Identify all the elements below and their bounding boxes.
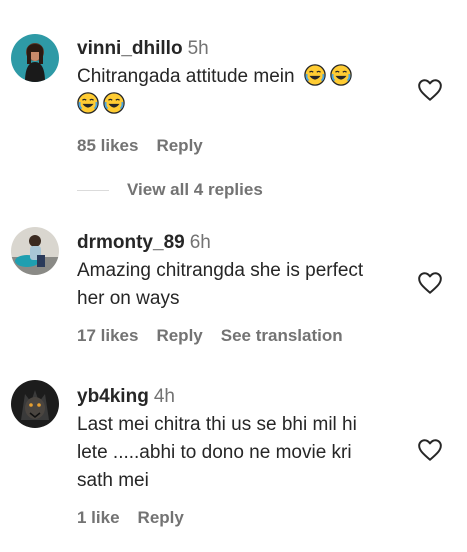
comment-text: Amazing chitrangda she is perfect her on… [77,257,407,313]
comment-content: drmonty_89 6h Amazing chitrangda she is p… [77,231,407,347]
timestamp: 4h [153,386,175,407]
avatar[interactable] [11,380,59,428]
comment-text-line: Amazing chitrangda she is perfect [77,260,364,281]
heart-outline-icon[interactable] [417,271,443,295]
comment-actions: 17 likes Reply See translation [77,325,407,347]
likes-count[interactable]: 85 likes [77,136,138,155]
comment-text-line: Last mei chitra thi us se bhi mil hi [77,414,357,435]
comment-text-line: Chitrangada attitude mein [77,66,295,87]
comment-text-line: her on ways [77,288,180,309]
heart-outline-icon[interactable] [417,78,443,102]
comment-header: drmonty_89 6h [77,231,407,255]
laugh-emoji-icon [77,92,99,114]
view-replies-label: View all 4 replies [127,180,263,199]
comment-content: yb4king 4h Last mei chitra thi us se bhi … [77,385,407,529]
username[interactable]: drmonty_89 [77,232,185,253]
avatar[interactable] [11,227,59,275]
laugh-emoji-icon [103,92,125,114]
comment-text: Chitrangada attitude mein [77,63,407,119]
reply-button[interactable]: Reply [138,508,184,527]
comment-text-line: lete .....abhi to dono ne movie kri [77,442,352,463]
comment-header: yb4king 4h [77,385,407,409]
heart-outline-icon[interactable] [417,438,443,462]
timestamp: 5h [187,38,209,59]
timestamp: 6h [189,232,211,253]
comment-header: vinni_dhillo 5h [77,37,407,61]
likes-count[interactable]: 1 like [77,508,120,527]
comment-text: Last mei chitra thi us se bhi mil hi let… [77,411,407,495]
username[interactable]: yb4king [77,386,149,407]
username[interactable]: vinni_dhillo [77,38,183,59]
laugh-emoji-icon [304,64,326,86]
divider [77,190,109,192]
comment-content: vinni_dhillo 5h Chitrangada attitude mein [77,37,407,157]
likes-count[interactable]: 17 likes [77,326,138,345]
comment-text-line: sath mei [77,470,149,491]
comment-actions: 85 likes Reply [77,135,407,157]
avatar[interactable] [11,34,59,82]
laugh-emoji-icon [330,64,352,86]
view-replies-button[interactable]: View all 4 replies [77,179,263,201]
reply-button[interactable]: Reply [156,136,202,155]
reply-button[interactable]: Reply [156,326,202,345]
comment-actions: 1 like Reply [77,507,407,529]
see-translation-button[interactable]: See translation [221,326,343,345]
